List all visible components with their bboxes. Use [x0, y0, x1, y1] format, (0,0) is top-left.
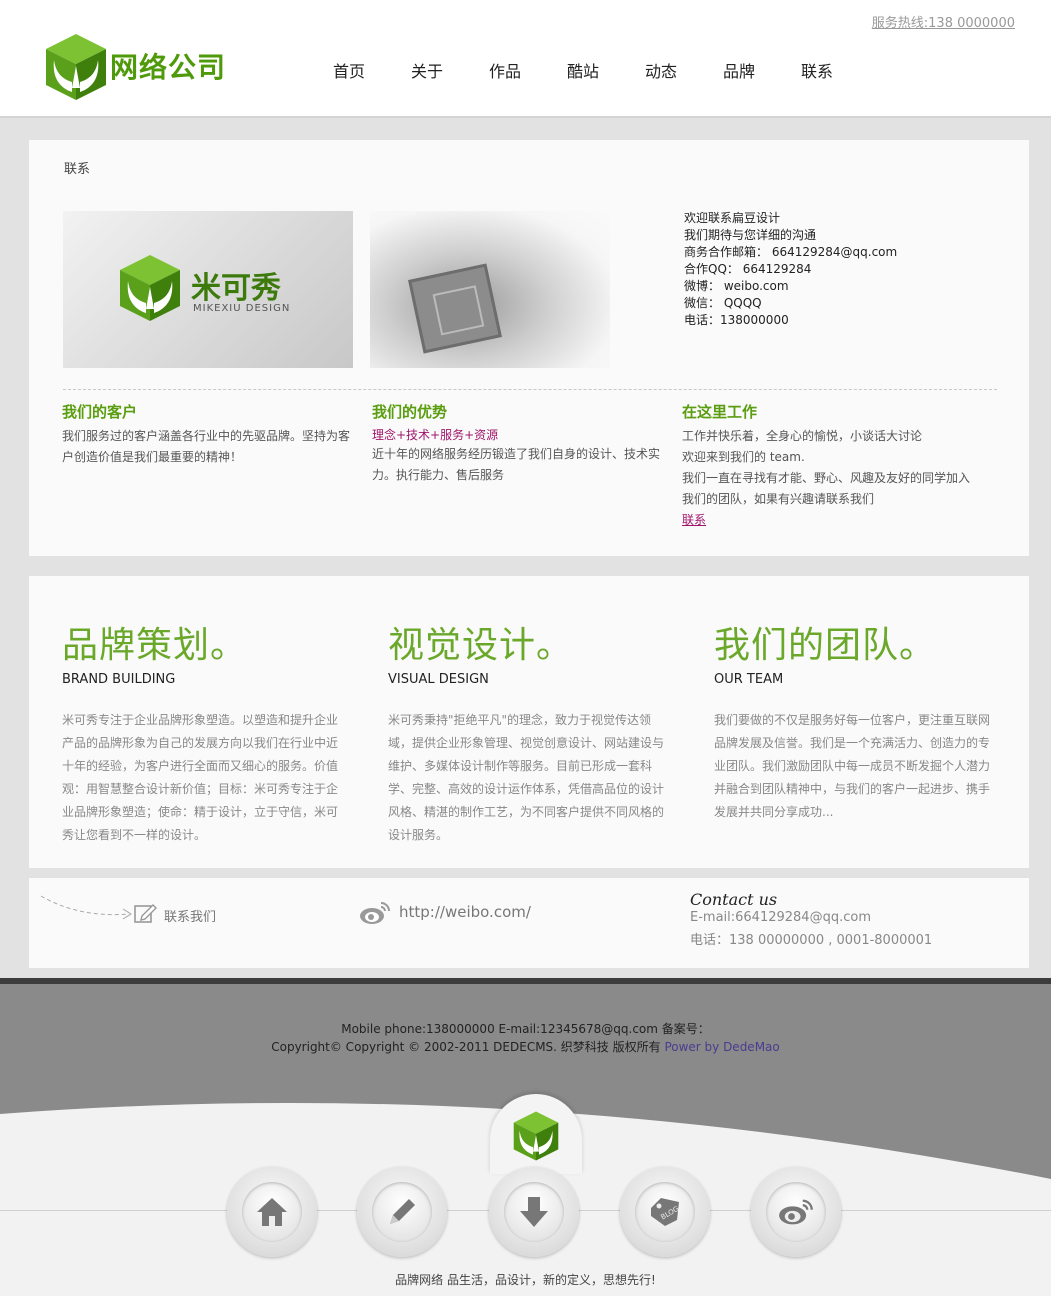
- info-email: 商务合作邮箱： 664129284@qq.com: [684, 245, 898, 259]
- service-brand-building: 品牌策划。 BRAND BUILDING 米可秀专注于企业品牌形象塑造。以塑造和…: [62, 622, 344, 847]
- footer-blog-button[interactable]: BLOG: [620, 1167, 710, 1257]
- contact-link[interactable]: 联系: [682, 513, 706, 527]
- info-weibo: 微博： weibo.com: [684, 279, 789, 293]
- contact-email: E-mail:664129284@qq.com: [690, 910, 871, 925]
- service-title: 品牌策划。: [62, 625, 248, 666]
- footer-copyright: Copyright© Copyright © 2002-2011 DEDECMS…: [0, 1038, 1051, 1055]
- hotline-link[interactable]: 服务热线:138 0000000: [872, 12, 1015, 31]
- photo-object: [408, 263, 502, 354]
- contact-strip: 联系我们 http://weibo.com/ Contact us E-mail…: [29, 878, 1029, 968]
- footer-edit-button[interactable]: [357, 1167, 447, 1257]
- weibo-icon: [779, 1199, 813, 1225]
- copyright-text: Copyright© Copyright © 2002-2011 DEDECMS…: [271, 1040, 665, 1054]
- nav-item-contact[interactable]: 联系: [778, 58, 856, 82]
- service-title: 视觉设计。: [388, 625, 574, 666]
- craft-photo: [370, 211, 610, 368]
- weibo-url-link[interactable]: http://weibo.com/: [399, 903, 531, 921]
- breadcrumb: 联系: [64, 162, 91, 177]
- info-phone: 电话：138000000: [684, 313, 789, 327]
- service-subtitle: BRAND BUILDING: [62, 672, 176, 687]
- column-title: 我们的客户: [62, 403, 138, 421]
- footer-slogan: 品牌网络 品生活，品设计，新的定义，思想先行!: [395, 1273, 656, 1287]
- home-icon: [257, 1198, 287, 1226]
- dashed-arrow-icon: [40, 895, 132, 920]
- nav-item-cool-sites[interactable]: 酷站: [544, 58, 622, 82]
- brand-subtitle: MIKEXIU DESIGN: [193, 303, 291, 314]
- advantage-column: 我们的优势 理念+技术+服务+资源 近十年的网络服务经历锻造了我们自身的设计、技…: [372, 401, 662, 486]
- contact-us-title: Contact us: [690, 890, 778, 909]
- contact-panel: 联系 米可秀 MIKEXIU DESIGN 欢迎联系扁豆设计 我们期待与您详细的…: [29, 140, 1029, 556]
- info-qq: 合作QQ： 664129284: [684, 262, 812, 276]
- service-visual-design: 视觉设计。 VISUAL DESIGN 米可秀秉持"拒绝平凡"的理念，致力于视觉…: [388, 622, 670, 847]
- nav-item-news[interactable]: 动态: [622, 58, 700, 82]
- service-our-team: 我们的团队。 OUR TEAM 我们要做的不仅是服务好每一位客户，更注重互联网品…: [714, 622, 996, 824]
- services-panel: 品牌策划。 BRAND BUILDING 米可秀专注于企业品牌形象塑造。以塑造和…: [29, 576, 1029, 868]
- footer-home-button[interactable]: [227, 1167, 317, 1257]
- work-here-column: 在这里工作 工作并快乐着，全身心的愉悦，小谈话大讨论 欢迎来到我们的 team.…: [682, 401, 972, 531]
- download-icon: [520, 1197, 548, 1227]
- column-text: 工作并快乐着，全身心的愉悦，小谈话大讨论: [682, 429, 923, 443]
- footer-download-button[interactable]: [489, 1167, 579, 1257]
- edit-icon: [134, 904, 157, 923]
- service-subtitle: OUR TEAM: [714, 672, 784, 687]
- contact-phone: 电话：138 00000000 , 0001-8000001: [690, 933, 933, 948]
- column-text: 欢迎来到我们的 team.: [682, 450, 805, 464]
- site-header: 服务热线:138 0000000 网络公司 首页 关于 作品 酷站 动态 品牌 …: [0, 0, 1051, 118]
- weibo-icon: [360, 902, 390, 924]
- nav-item-home[interactable]: 首页: [310, 58, 388, 82]
- footer-weibo-button[interactable]: [751, 1167, 841, 1257]
- service-text: 米可秀秉持"拒绝平凡"的理念，致力于视觉传达领域，提供企业形象管理、视觉创意设计…: [388, 713, 665, 842]
- pencil-icon: [390, 1199, 415, 1224]
- service-subtitle: VISUAL DESIGN: [388, 672, 489, 687]
- info-line: 欢迎联系扁豆设计: [684, 211, 781, 225]
- brand-name: 米可秀: [191, 271, 281, 306]
- column-highlight: 理念+技术+服务+资源: [372, 428, 499, 442]
- site-logo[interactable]: 网络公司: [44, 32, 244, 102]
- logo-text: 网络公司: [110, 51, 227, 84]
- brand-logo-image: 米可秀 MIKEXIU DESIGN: [63, 211, 353, 368]
- service-title: 我们的团队。: [714, 625, 937, 666]
- power-by-link[interactable]: Power by DedeMao: [664, 1040, 779, 1054]
- column-text: 我们一直在寻找有才能、野心、风趣及友好的同学加入我们的团队，如果有兴趣请联系我们: [682, 471, 971, 506]
- nav-item-brand[interactable]: 品牌: [700, 58, 778, 82]
- contact-us-link[interactable]: 联系我们: [164, 906, 216, 925]
- column-text: 近十年的网络服务经历锻造了我们自身的设计、技术实力。执行能力、售后服务: [372, 447, 661, 482]
- service-text: 我们要做的不仅是服务好每一位客户，更注重互联网品牌发展及信誉。我们是一个充满活力…: [714, 713, 991, 819]
- service-text: 米可秀专注于企业品牌形象塑造。以塑造和提升企业产品的品牌形象为自己的发展方向以我…: [62, 713, 339, 842]
- site-footer: Mobile phone:138000000 E-mail:12345678@q…: [0, 978, 1051, 1296]
- contact-info: 欢迎联系扁豆设计 我们期待与您详细的沟通 商务合作邮箱： 664129284@q…: [684, 210, 897, 329]
- info-wechat: 微信： QQQQ: [684, 296, 762, 310]
- column-title: 我们的优势: [372, 403, 448, 421]
- cube-logo-icon: [120, 255, 180, 321]
- footer-contact-line: Mobile phone:138000000 E-mail:12345678@q…: [341, 1022, 710, 1036]
- column-title: 在这里工作: [682, 403, 758, 421]
- divider: [63, 389, 997, 390]
- info-line: 我们期待与您详细的沟通: [684, 228, 817, 242]
- clients-column: 我们的客户 我们服务过的客户涵盖各行业中的先驱品牌。坚持为客户创造价值是我们最重…: [62, 401, 352, 468]
- cube-logo-icon: [46, 34, 106, 100]
- nav-item-about[interactable]: 关于: [388, 58, 466, 82]
- column-text: 我们服务过的客户涵盖各行业中的先驱品牌。坚持为客户创造价值是我们最重要的精神！: [62, 429, 351, 464]
- main-nav: 首页 关于 作品 酷站 动态 品牌 联系: [310, 58, 856, 82]
- cube-logo-icon: [513, 1111, 559, 1161]
- nav-item-works[interactable]: 作品: [466, 58, 544, 82]
- blog-tag-icon: BLOG: [651, 1198, 680, 1226]
